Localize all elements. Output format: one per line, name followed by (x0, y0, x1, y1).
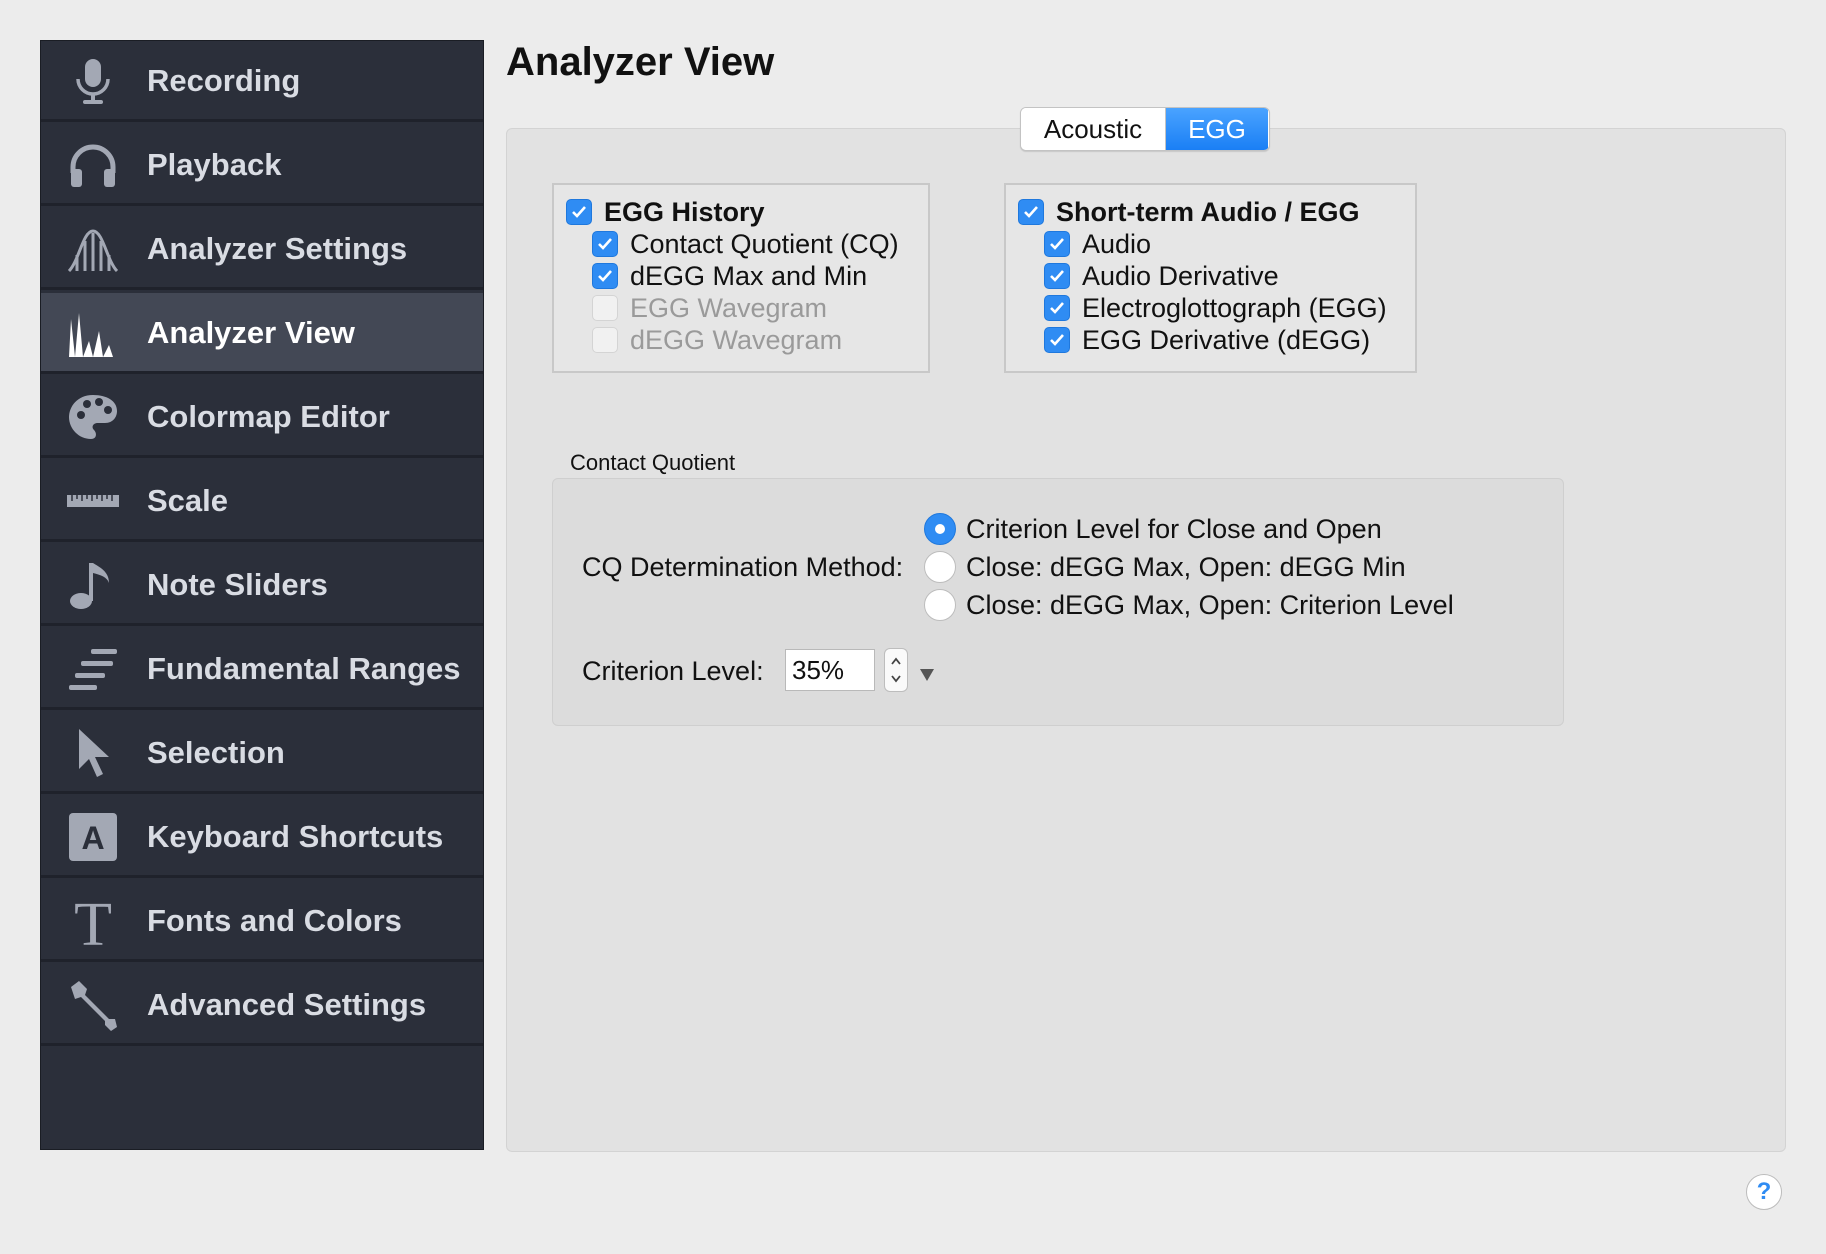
sidebar-item-label: Recording (147, 63, 301, 98)
short-term-label: Short-term Audio / EGG (1056, 196, 1360, 227)
checkbox[interactable] (1044, 263, 1070, 289)
tab-egg[interactable]: EGG (1166, 108, 1268, 150)
criterion-level-input[interactable] (785, 649, 875, 691)
analyzer-settings-icon (65, 221, 121, 277)
checkbox[interactable] (1044, 231, 1070, 257)
svg-text:A: A (81, 820, 104, 856)
egg-derivative-checkbox[interactable]: EGG Derivative (dEGG) (1044, 325, 1370, 355)
sidebar-item-selection[interactable]: Selection (41, 713, 483, 794)
checkbox (592, 327, 618, 353)
sidebar-item-keyboard-shortcuts[interactable]: A Keyboard Shortcuts (41, 797, 483, 878)
egg-history-toggle[interactable]: EGG History (566, 197, 765, 227)
radio-button[interactable] (924, 551, 956, 583)
checkbox-label: Contact Quotient (CQ) (630, 228, 899, 259)
egg-history-label: EGG History (604, 196, 765, 227)
checkbox[interactable] (1018, 199, 1044, 225)
sidebar-item-colormap-editor[interactable]: Colormap Editor (41, 377, 483, 458)
radio-label: Close: dEGG Max, Open: dEGG Min (966, 551, 1406, 582)
radio-button[interactable] (924, 513, 956, 545)
checkbox (592, 295, 618, 321)
checkbox[interactable] (566, 199, 592, 225)
cq-method-criterion-radio[interactable]: Criterion Level for Close and Open (924, 511, 1382, 547)
sidebar-item-label: Analyzer View (147, 315, 355, 350)
palette-icon (65, 389, 121, 445)
checkbox-label: Electroglottograph (EGG) (1082, 292, 1387, 323)
sidebar-item-label: Fundamental Ranges (147, 651, 461, 686)
cq-method-degg-radio[interactable]: Close: dEGG Max, Open: dEGG Min (924, 549, 1406, 585)
checkbox[interactable] (1044, 327, 1070, 353)
egg-wavegram-checkbox: EGG Wavegram (592, 293, 827, 323)
svg-text:T: T (74, 893, 112, 949)
tab-acoustic[interactable]: Acoustic (1021, 108, 1166, 150)
criterion-level-stepper[interactable] (884, 648, 908, 692)
sidebar-item-label: Colormap Editor (147, 399, 390, 434)
degg-max-min-checkbox[interactable]: dEGG Max and Min (592, 261, 867, 291)
checkbox-label: dEGG Max and Min (630, 260, 868, 291)
sidebar-item-playback[interactable]: Playback (41, 125, 483, 206)
electroglottograph-checkbox[interactable]: Electroglottograph (EGG) (1044, 293, 1387, 323)
sidebar-item-label: Note Sliders (147, 567, 328, 602)
cursor-icon (65, 725, 121, 781)
cq-method-label: CQ Determination Method: (582, 552, 904, 582)
sidebar-item-label: Fonts and Colors (147, 903, 402, 938)
music-note-icon (65, 557, 121, 613)
audio-checkbox[interactable]: Audio (1044, 229, 1151, 259)
sidebar-item-analyzer-view[interactable]: Analyzer View (41, 293, 483, 374)
sidebar-item-label: Keyboard Shortcuts (147, 819, 444, 854)
contact-quotient-checkbox[interactable]: Contact Quotient (CQ) (592, 229, 899, 259)
checkbox-label: dEGG Wavegram (630, 324, 843, 355)
cq-method-mixed-radio[interactable]: Close: dEGG Max, Open: Criterion Level (924, 587, 1454, 623)
checkbox[interactable] (592, 231, 618, 257)
audio-derivative-checkbox[interactable]: Audio Derivative (1044, 261, 1279, 291)
sidebar: Recording Playback Analyzer Settings Ana… (40, 40, 484, 1150)
help-button[interactable]: ? (1746, 1174, 1782, 1210)
radio-button[interactable] (924, 589, 956, 621)
sidebar-item-label: Advanced Settings (147, 987, 427, 1022)
sidebar-item-advanced-settings[interactable]: Advanced Settings (41, 965, 483, 1046)
ruler-icon (65, 473, 121, 529)
sidebar-item-scale[interactable]: Scale (41, 461, 483, 542)
sidebar-item-label: Playback (147, 147, 282, 182)
sidebar-item-fonts-and-colors[interactable]: T Fonts and Colors (41, 881, 483, 962)
headphones-icon (65, 137, 121, 193)
radio-label: Close: dEGG Max, Open: Criterion Level (966, 589, 1454, 620)
checkbox[interactable] (1044, 295, 1070, 321)
short-term-toggle[interactable]: Short-term Audio / EGG (1018, 197, 1360, 227)
analyzer-view-icon (65, 305, 121, 361)
checkbox-label: Audio Derivative (1082, 260, 1279, 291)
font-t-icon: T (65, 893, 121, 949)
checkbox[interactable] (592, 263, 618, 289)
sidebar-item-label: Selection (147, 735, 285, 770)
sidebar-item-recording[interactable]: Recording (41, 41, 483, 122)
dropdown-triangle-icon[interactable] (918, 667, 936, 683)
criterion-level-label: Criterion Level: (582, 656, 764, 686)
wrench-icon (65, 977, 121, 1033)
sidebar-item-label: Analyzer Settings (147, 231, 408, 266)
sidebar-item-fundamental-ranges[interactable]: Fundamental Ranges (41, 629, 483, 710)
ranges-icon (65, 641, 121, 697)
keyboard-a-icon: A (65, 809, 121, 865)
degg-wavegram-checkbox: dEGG Wavegram (592, 325, 842, 355)
sidebar-item-analyzer-settings[interactable]: Analyzer Settings (41, 209, 483, 290)
checkbox-label: Audio (1082, 228, 1152, 259)
sidebar-item-label: Scale (147, 483, 229, 518)
radio-label: Criterion Level for Close and Open (966, 513, 1382, 544)
checkbox-label: EGG Wavegram (630, 292, 828, 323)
contact-quotient-section-label: Contact Quotient (570, 450, 736, 475)
sidebar-item-note-sliders[interactable]: Note Sliders (41, 545, 483, 626)
checkbox-label: EGG Derivative (dEGG) (1082, 324, 1371, 355)
view-segmented-control: Acoustic EGG (1020, 107, 1270, 151)
page-title: Analyzer View (506, 40, 775, 84)
microphone-icon (65, 53, 121, 109)
